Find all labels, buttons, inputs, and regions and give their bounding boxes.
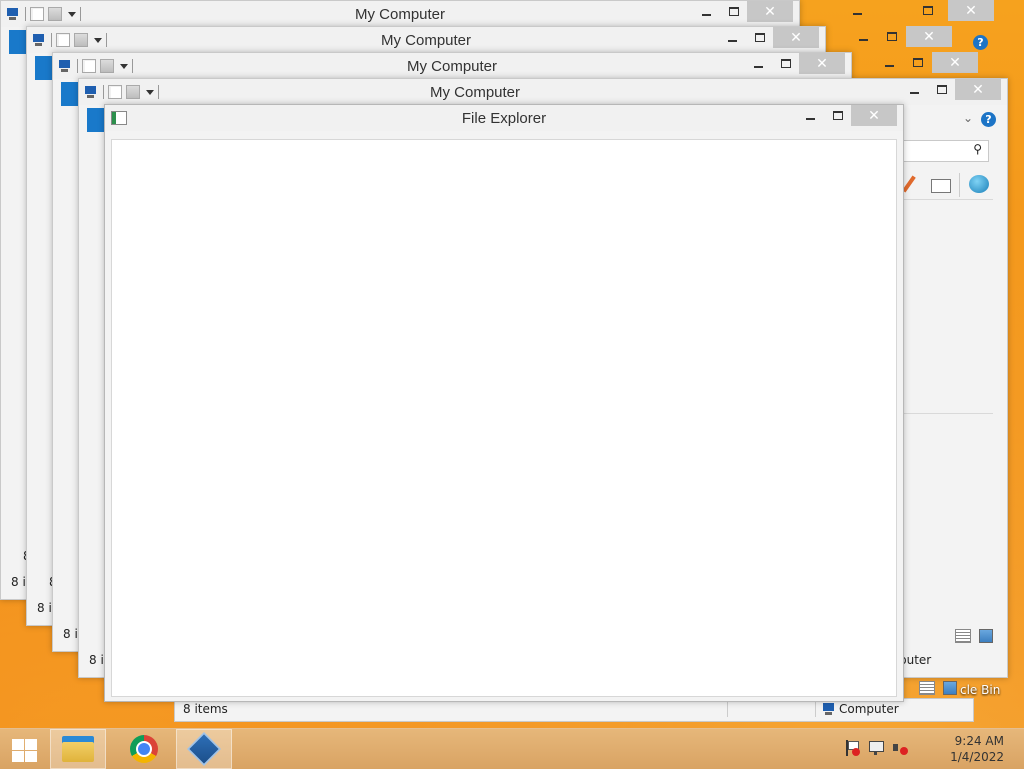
close-button[interactable]: ✕ <box>747 1 793 22</box>
minimize-button[interactable] <box>844 0 871 21</box>
ribbon-tools <box>902 173 1007 197</box>
file-tab[interactable] <box>61 82 79 106</box>
recycle-bin-label[interactable]: cle Bin <box>960 683 1000 697</box>
mail-icon[interactable] <box>931 179 951 193</box>
window-file-explorer[interactable]: File Explorer ✕ ← → ↑ ⌄ ↻ ⚲ <box>104 104 904 702</box>
list-divider <box>903 413 993 414</box>
chrome-icon <box>130 735 158 763</box>
window-controls: ✕ <box>797 105 897 126</box>
maximize-button[interactable] <box>746 27 773 48</box>
computer-icon <box>821 702 837 716</box>
status-divider <box>727 701 728 717</box>
window-controls-secondary: ✕ <box>876 52 1000 73</box>
pen-icon[interactable] <box>902 175 916 193</box>
window-title: My Computer <box>354 6 446 23</box>
large-icons-view-icon[interactable] <box>979 629 993 643</box>
window-titlebar[interactable]: File Explorer <box>105 105 903 131</box>
close-button[interactable]: ✕ <box>955 79 1001 100</box>
help-icon[interactable]: ? <box>973 35 988 50</box>
file-tab[interactable] <box>35 56 53 80</box>
window-title: My Computer <box>429 84 521 101</box>
separator <box>959 173 960 197</box>
status-items: 8 items <box>183 702 228 716</box>
system-tray: 9:24 AM 1/4/2022 <box>844 729 1024 769</box>
window-controls-secondary: ✕ <box>824 0 998 21</box>
maximize-button[interactable] <box>914 0 941 21</box>
taskbar-file-explorer[interactable] <box>50 729 106 769</box>
taskbar-virtualbox[interactable] <box>176 729 232 769</box>
maximize-button[interactable] <box>928 79 955 100</box>
minimize-button[interactable] <box>850 26 877 47</box>
help-icon[interactable]: ? <box>981 112 996 127</box>
maximize-button[interactable] <box>878 26 905 47</box>
minimize-button[interactable] <box>745 53 772 74</box>
search-icon[interactable]: ⚲ <box>973 142 982 156</box>
network-globe-icon[interactable] <box>969 175 989 193</box>
ribbon-divider <box>903 199 993 200</box>
maximize-button[interactable] <box>720 1 747 22</box>
taskbar-chrome[interactable] <box>116 729 172 769</box>
close-button[interactable]: ✕ <box>948 0 994 21</box>
maximize-button[interactable] <box>904 52 931 73</box>
window-title: File Explorer <box>461 110 547 127</box>
ribbon-expand-chevron[interactable]: ⌄ <box>963 111 973 125</box>
maximize-button[interactable] <box>772 53 799 74</box>
window-titlebar[interactable]: My Computer <box>1 1 799 27</box>
clock[interactable]: 9:24 AM 1/4/2022 <box>950 733 1004 765</box>
minimize-button[interactable] <box>693 1 720 22</box>
folder-icon <box>62 736 94 762</box>
close-button[interactable]: ✕ <box>851 105 897 126</box>
network-icon[interactable] <box>868 740 884 756</box>
window-controls-secondary: ✕ <box>850 26 974 47</box>
close-button[interactable]: ✕ <box>799 53 845 74</box>
close-button[interactable]: ✕ <box>932 52 978 73</box>
window-controls: ✕ <box>693 1 793 22</box>
status-divider <box>815 701 816 717</box>
maximize-button[interactable] <box>824 105 851 126</box>
minimize-button[interactable] <box>876 52 903 73</box>
file-tab[interactable] <box>9 30 27 54</box>
close-button[interactable]: ✕ <box>773 27 819 48</box>
window-controls: ✕ <box>719 27 819 48</box>
file-tab[interactable] <box>87 108 105 132</box>
minimize-button[interactable] <box>797 105 824 126</box>
status-location: Computer <box>839 702 899 716</box>
volume-muted-icon[interactable] <box>892 740 908 756</box>
details-view-icon[interactable] <box>955 629 971 643</box>
details-view-icon[interactable] <box>919 681 935 695</box>
action-center-flag-icon[interactable] <box>844 740 860 756</box>
virtualbox-icon <box>187 732 221 766</box>
large-icons-view-icon[interactable] <box>943 681 957 695</box>
start-button[interactable] <box>8 735 38 763</box>
window-title: My Computer <box>406 58 498 75</box>
window-titlebar[interactable]: My Computer <box>53 53 851 79</box>
search-box[interactable]: r ⚲ <box>891 140 989 162</box>
window-title: My Computer <box>380 32 472 49</box>
window-titlebar[interactable]: My Computer <box>79 79 1007 105</box>
window-controls: ✕ <box>901 79 1001 100</box>
file-list-area[interactable] <box>111 139 897 697</box>
minimize-button[interactable] <box>901 79 928 100</box>
taskbar: 9:24 AM 1/4/2022 <box>0 728 1024 769</box>
clock-date: 1/4/2022 <box>950 750 1004 764</box>
window-controls: ✕ <box>745 53 845 74</box>
close-button[interactable]: ✕ <box>906 26 952 47</box>
window-titlebar[interactable]: My Computer <box>27 27 825 53</box>
clock-time: 9:24 AM <box>954 734 1004 748</box>
minimize-button[interactable] <box>719 27 746 48</box>
